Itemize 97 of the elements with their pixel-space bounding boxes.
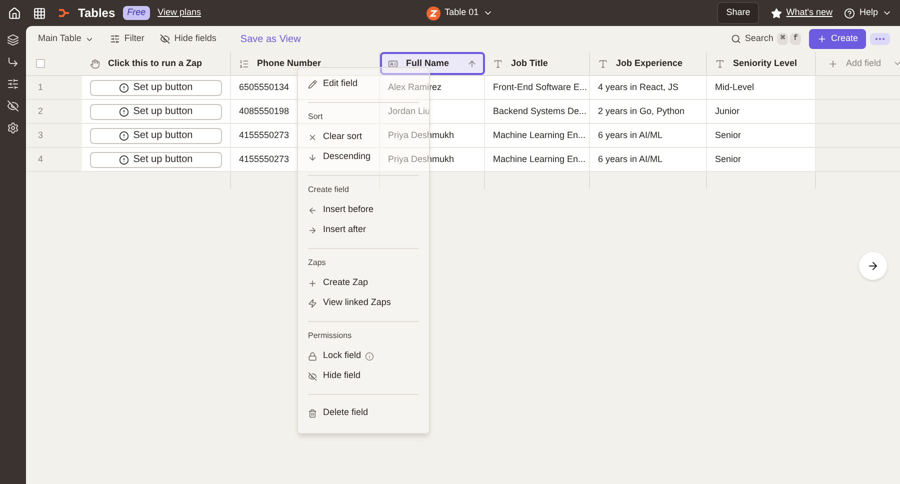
menu-item[interactable]: Delete field: [308, 406, 368, 420]
table-cell: Machine Learning En...: [485, 148, 590, 171]
arrow-down-icon: [308, 152, 317, 162]
menu-item[interactable]: Insert after: [308, 223, 366, 237]
table-name-dropdown[interactable]: Table 01: [444, 6, 493, 20]
chevron-down-icon[interactable]: [893, 59, 900, 68]
layers-icon[interactable]: [7, 34, 19, 46]
settings-icon[interactable]: [7, 122, 19, 134]
pencil-icon: [308, 80, 317, 88]
select-all-checkbox[interactable]: [36, 59, 45, 68]
menu-item[interactable]: Lock field: [308, 349, 362, 363]
column-header[interactable]: Job Title: [485, 52, 590, 75]
menu-item[interactable]: Edit field: [308, 77, 358, 91]
app-name: Tables: [78, 5, 116, 22]
column-header[interactable]: Job Experience: [590, 52, 707, 75]
lock-icon: [308, 352, 317, 360]
star-icon: [771, 8, 782, 18]
scroll-right-button[interactable]: [859, 252, 887, 280]
table-cell: Junior: [707, 100, 816, 123]
field-type-icon: [598, 58, 608, 68]
shortcut-key: f: [790, 33, 802, 45]
help-icon: [844, 8, 856, 18]
table-cell: Alex Ramirez: [380, 76, 485, 99]
whats-new-link[interactable]: What's new: [786, 6, 832, 20]
row-number: 3: [38, 128, 44, 142]
plus-icon: [817, 34, 828, 44]
table-cell: 4 years in React, JS: [590, 76, 707, 99]
create-button[interactable]: Create: [809, 29, 866, 49]
menu-heading: Permissions: [308, 330, 353, 342]
view-dropdown[interactable]: Main Table: [38, 32, 94, 46]
arrow-left-icon: [308, 206, 317, 214]
column-header[interactable]: Seniority Level: [707, 52, 816, 75]
alert-icon: [119, 154, 130, 164]
hidden-icon: [160, 34, 170, 44]
sliders-icon[interactable]: [7, 78, 19, 90]
set-up-button[interactable]: Set up button: [90, 128, 222, 144]
view-plans-link[interactable]: View plans: [158, 6, 202, 20]
help-button[interactable]: Help: [844, 6, 892, 20]
shortcut-key: ⌘: [777, 33, 788, 45]
menu-heading: Zaps: [308, 257, 327, 269]
set-up-button[interactable]: Set up button: [90, 104, 222, 120]
table-cell: Priya Deshmukh: [380, 124, 485, 147]
hidden-icon[interactable]: [7, 100, 19, 112]
field-type-icon: [715, 58, 725, 68]
arrow-right-icon: [308, 226, 317, 234]
field-type-icon: [493, 58, 503, 68]
close-icon: [308, 132, 317, 142]
more-button[interactable]: [870, 33, 890, 45]
home-icon[interactable]: [8, 6, 21, 20]
table-cell: Front-End Software E...: [485, 76, 590, 99]
table-cell: Senior: [707, 124, 816, 147]
hidden-icon: [308, 372, 317, 380]
menu-item[interactable]: Create Zap: [308, 276, 368, 290]
set-up-button[interactable]: Set up button: [90, 152, 222, 168]
trash-icon: [308, 408, 317, 418]
menu-item[interactable]: Insert before: [308, 203, 374, 217]
menu-item[interactable]: Hide field: [308, 369, 361, 383]
route-icon[interactable]: [7, 56, 19, 68]
column-header[interactable]: Full Name: [380, 52, 485, 75]
table-cell: Machine Learning En...: [485, 124, 590, 147]
arrow-right-icon: [867, 260, 879, 272]
menu-item[interactable]: Clear sort: [308, 130, 362, 144]
plan-badge: Free: [123, 6, 150, 20]
table-cell: Priya Deshmukh: [380, 148, 485, 171]
table-cell: 2 years in Go, Python: [590, 100, 707, 123]
filter-button[interactable]: Filter: [110, 32, 144, 46]
alert-icon: [119, 130, 130, 140]
menu-item[interactable]: View linked Zaps: [308, 296, 391, 310]
row-number: 4: [38, 152, 44, 166]
hide-fields-button[interactable]: Hide fields: [160, 32, 216, 46]
table-logo-icon: [426, 6, 441, 20]
share-button[interactable]: Share: [717, 2, 760, 24]
filter-icon: [110, 34, 120, 44]
field-type-icon: [239, 58, 249, 68]
alert-icon: [119, 106, 130, 116]
alert-icon: [119, 82, 130, 92]
plus-icon: [828, 58, 838, 68]
lightning-icon: [308, 298, 317, 308]
menu-item[interactable]: Descending: [308, 150, 371, 164]
app-logo-icon: [58, 7, 70, 19]
menu-heading: Create field: [308, 184, 350, 196]
table-cell: Mid-Level: [707, 76, 816, 99]
search-button[interactable]: Search: [730, 32, 774, 46]
column-header[interactable]: Click this to run a Zap: [82, 52, 231, 75]
apps-icon[interactable]: [33, 6, 46, 20]
row-number: 1: [38, 80, 44, 94]
field-type-icon: [90, 58, 100, 68]
field-type-icon: [388, 58, 398, 68]
plus-icon: [308, 278, 317, 288]
search-icon: [730, 34, 741, 44]
save-view-button[interactable]: Save as View: [240, 32, 301, 46]
table-cell: Backend Systems De...: [485, 100, 590, 123]
row-number: 2: [38, 104, 44, 118]
set-up-button[interactable]: Set up button: [90, 80, 222, 96]
table-cell: 6 years in AI/ML: [590, 148, 707, 171]
table-cell: 6 years in AI/ML: [590, 124, 707, 147]
table-cell: Senior: [707, 148, 816, 171]
